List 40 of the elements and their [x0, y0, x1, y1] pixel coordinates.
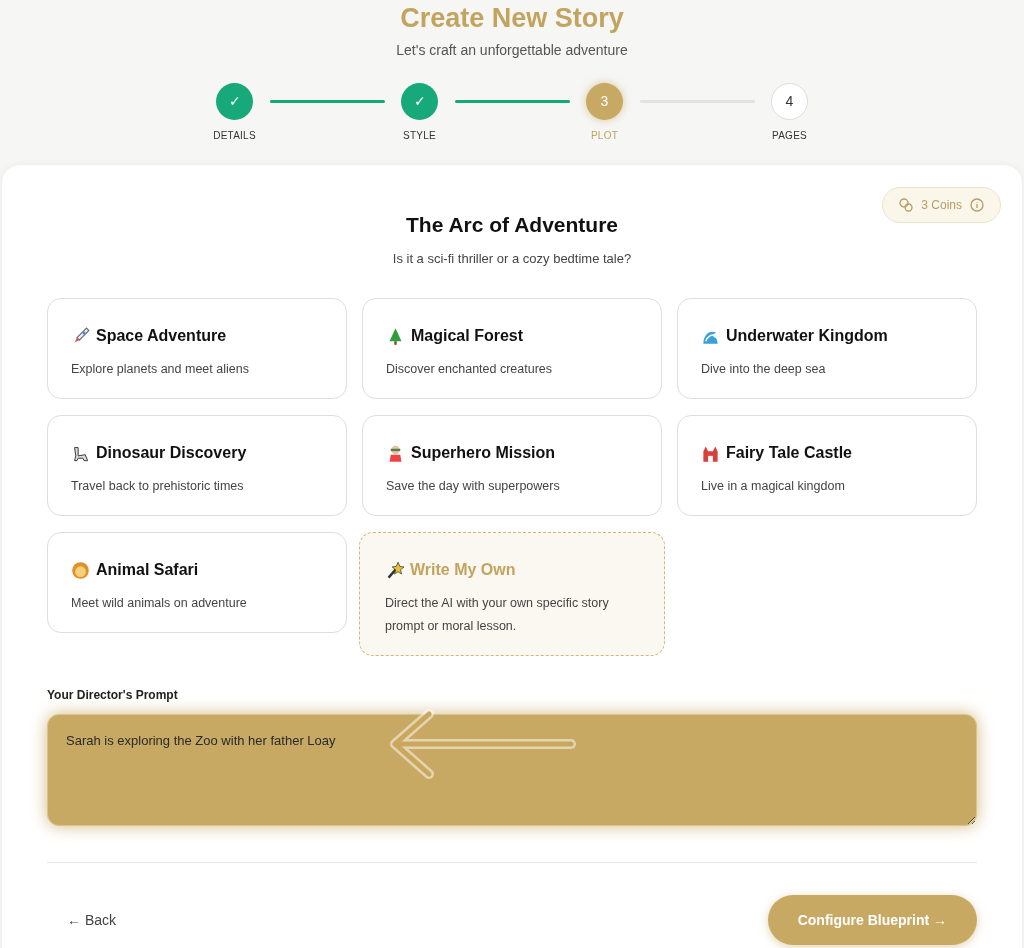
- card-description: Live in a magical kingdom: [701, 478, 846, 495]
- theme-card[interactable]: Magical Forest Discover enchanted creatures: [362, 298, 662, 399]
- page-subtitle: Let's craft an unforgettable adventure: [396, 41, 628, 60]
- theme-card[interactable]: Write My Own Direct the AI with your own specific story prompt or moral lesson.: [359, 532, 665, 656]
- card-title: Write My Own: [410, 560, 516, 580]
- theme-card[interactable]: Animal Safari Meet wild animals on adventure: [47, 532, 347, 633]
- theme-card[interactable]: Space Adventure Explore planets and meet aliens: [47, 298, 347, 399]
- theme-card[interactable]: Dinosaur Discovery Travel back to prehistoric times: [47, 415, 347, 516]
- back-button[interactable]: ← Back: [67, 909, 116, 931]
- card-title: Space Adventure: [96, 326, 227, 346]
- wand-icon: [385, 560, 404, 580]
- card-title: Animal Safari: [96, 560, 199, 580]
- page-title: Create New Story: [400, 2, 624, 34]
- card-title: Superhero Mission: [411, 443, 556, 463]
- card-description: Dive into the deep sea: [701, 361, 827, 378]
- theme-card[interactable]: Fairy Tale Castle Live in a magical kingdom: [677, 415, 977, 516]
- arrow-icon: [387, 708, 577, 780]
- card-description: Meet wild animals on adventure: [71, 595, 248, 612]
- card-description: Explore planets and meet aliens: [71, 361, 250, 378]
- coins-count: 3 Coins: [921, 197, 962, 214]
- step-label: PLOT: [590, 129, 619, 143]
- theme-card[interactable]: Superhero Mission Save the day with superpowers: [362, 415, 662, 516]
- step-label: PAGES: [772, 129, 807, 143]
- card-description: Discover enchanted creatures: [386, 361, 554, 378]
- coins-icon: [899, 198, 914, 212]
- info-icon[interactable]: [970, 198, 984, 212]
- section-title: The Arc of Adventure: [405, 212, 619, 238]
- card-title: Fairy Tale Castle: [726, 443, 852, 463]
- card-title: Dinosaur Discovery: [96, 443, 247, 463]
- card-description: Direct the AI with your own specific story prompt or moral lesson.: [385, 595, 610, 635]
- step-label: STYLE: [403, 129, 436, 143]
- section-subtitle: Is it a sci-fi thriller or a cozy bedtime tale?: [391, 249, 633, 268]
- prompt-field[interactable]: Sarah is exploring the Zoo with her father Loay: [47, 714, 977, 826]
- card-title: Magical Forest: [411, 326, 524, 346]
- card-description: Save the day with superpowers: [386, 478, 561, 495]
- prompt-label: Your Director's Prompt: [47, 687, 179, 704]
- step-label: DETAILS: [213, 129, 256, 143]
- theme-card[interactable]: Underwater Kingdom Dive into the deep sea: [677, 298, 977, 399]
- card-description: Travel back to prehistoric times: [71, 478, 245, 495]
- card-title: Underwater Kingdom: [726, 326, 888, 346]
